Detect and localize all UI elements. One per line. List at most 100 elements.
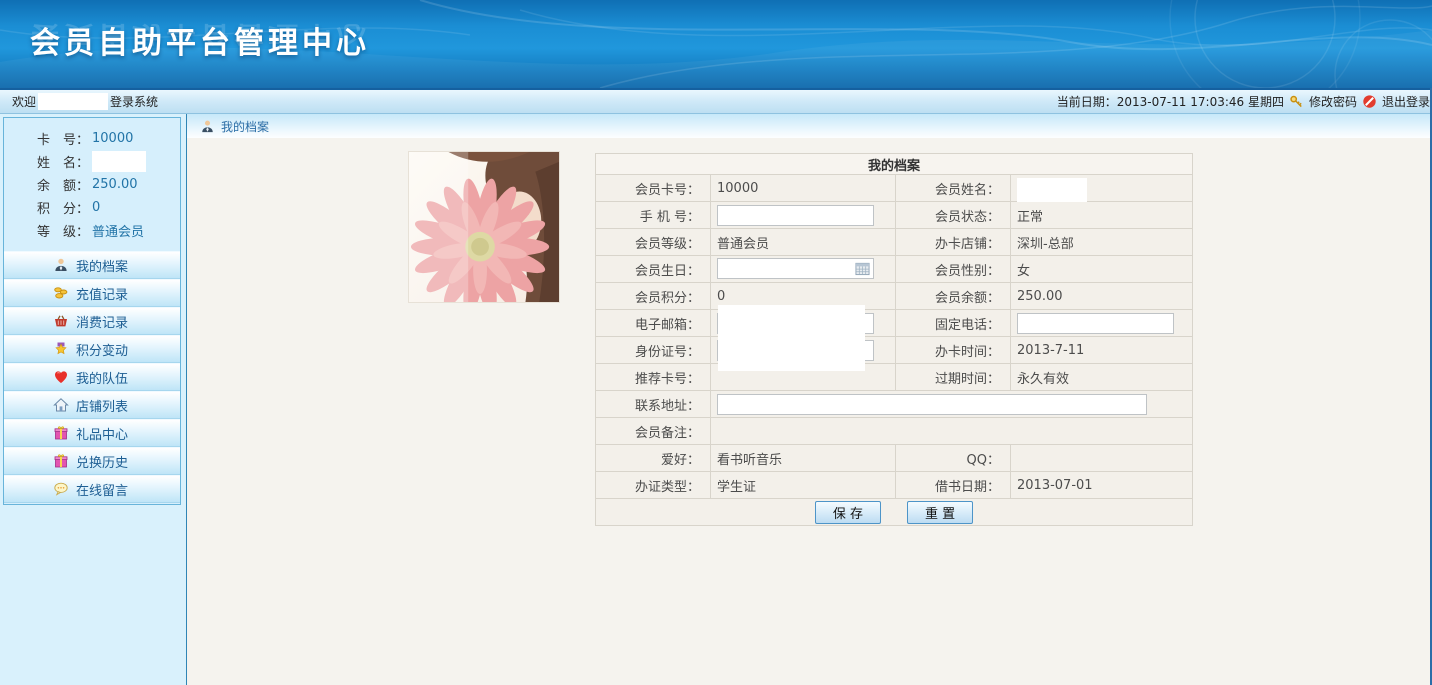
- card-no-value: 10000: [711, 175, 896, 202]
- sidebar-item-label: 消费记录: [76, 312, 128, 331]
- mobile-input[interactable]: [717, 205, 874, 226]
- field-label: 身份证号：: [596, 337, 711, 364]
- page: 会员自助平台管理中心 会员自助平台管理中心 欢迎 登录系统 当前日期：2013-…: [0, 0, 1432, 685]
- field-label: 办卡店铺：: [896, 229, 1011, 256]
- reset-button[interactable]: 重 置: [907, 501, 973, 524]
- name-redacted-box: [92, 151, 146, 172]
- sidebar-item-shop-list[interactable]: 店铺列表: [4, 391, 180, 419]
- message-icon: [53, 481, 69, 497]
- hobby-value: 看书听音乐: [711, 445, 896, 472]
- field-label: 办卡时间：: [896, 337, 1011, 364]
- sidebar-item-my-profile[interactable]: 我的档案: [4, 251, 180, 279]
- field-label: QQ：: [896, 445, 1011, 472]
- row-cardno-name: 会员卡号： 10000 会员姓名：: [596, 175, 1193, 202]
- profile-form-table: 我的档案 会员卡号： 10000 会员姓名： 手 机 号： 会员状态： 正常: [595, 153, 1193, 526]
- gift-icon: [53, 453, 69, 469]
- current-date-text: 当前日期：2013-07-11 17:03:46 星期四: [1057, 93, 1284, 110]
- sidebar-item-online-messages[interactable]: 在线留言: [4, 475, 180, 503]
- expire-value: 永久有效: [1011, 364, 1193, 391]
- birthday-field: [717, 258, 874, 280]
- qq-value: [1011, 445, 1193, 472]
- row-points-balance: 会员积分： 0 会员余额： 250.00: [596, 283, 1193, 310]
- calendar-icon[interactable]: [855, 261, 870, 276]
- info-value: 普通会员: [92, 221, 144, 240]
- member-info-panel: 卡 号： 10000 姓 名： 余 额： 250.00 积 分： 0: [4, 118, 180, 251]
- member-name-redacted-box: [1017, 178, 1087, 202]
- info-row-points: 积 分： 0: [4, 196, 180, 219]
- welcome-username-redacted: [38, 93, 108, 110]
- sidebar-box: 卡 号： 10000 姓 名： 余 额： 250.00 积 分： 0: [3, 117, 181, 505]
- logout-link[interactable]: 退出登录: [1382, 93, 1430, 110]
- sidebar-item-gift-center[interactable]: 礼品中心: [4, 419, 180, 447]
- level-value: 普通会员: [711, 229, 896, 256]
- table-title-row: 我的档案: [596, 154, 1193, 175]
- sidebar-item-label: 我的档案: [76, 256, 128, 275]
- topbar: 欢迎 登录系统 当前日期：2013-07-11 17:03:46 星期四 修改密…: [0, 88, 1432, 114]
- form-title: 我的档案: [596, 154, 1193, 175]
- content-area: 我的档案 会员卡号： 10000 会员姓名： 手 机 号： 会员状态： 正常: [187, 138, 1432, 685]
- sidebar-item-points-changes[interactable]: 积分变动: [4, 335, 180, 363]
- info-value: 10000: [92, 131, 133, 146]
- main-area: 我的档案: [187, 114, 1432, 685]
- sidebar-menu: 我的档案 充值记录 消费记录 积分变动: [4, 251, 180, 503]
- change-password-link[interactable]: 修改密码: [1309, 93, 1357, 110]
- logout-icon: [1362, 94, 1377, 109]
- app-header: 会员自助平台管理中心 会员自助平台管理中心: [0, 0, 1432, 88]
- info-label: 姓 名：: [37, 152, 89, 171]
- sidebar-item-exchange-history[interactable]: 兑换历史: [4, 447, 180, 475]
- landline-input[interactable]: [1017, 313, 1174, 334]
- row-idno-cardtime: 身份证号： 办卡时间： 2013-7-11: [596, 337, 1193, 364]
- key-icon: [1289, 94, 1304, 109]
- home-icon: [53, 397, 69, 413]
- field-label: 手 机 号：: [596, 202, 711, 229]
- welcome-area: 欢迎 登录系统: [12, 93, 158, 110]
- status-value: 正常: [1011, 202, 1193, 229]
- sidebar-item-consume-records[interactable]: 消费记录: [4, 307, 180, 335]
- row-address: 联系地址：: [596, 391, 1193, 418]
- row-email-landline: 电子邮箱： 固定电话：: [596, 310, 1193, 337]
- address-input[interactable]: [717, 394, 1147, 415]
- body-row: 卡 号： 10000 姓 名： 余 额： 250.00 积 分： 0: [0, 114, 1432, 685]
- sidebar-item-my-team[interactable]: 我的队伍: [4, 363, 180, 391]
- shop-value: 深圳-总部: [1011, 229, 1193, 256]
- sidebar-item-label: 兑换历史: [76, 452, 128, 471]
- info-value: 0: [92, 200, 100, 215]
- sidebar-item-label: 在线留言: [76, 480, 128, 499]
- user-icon: [200, 119, 215, 134]
- topbar-actions: 当前日期：2013-07-11 17:03:46 星期四 修改密码 退出登录: [1057, 93, 1430, 110]
- card-time-value: 2013-7-11: [1011, 337, 1193, 364]
- field-label: 会员积分：: [596, 283, 711, 310]
- row-certtype-borrowdate: 办证类型： 学生证 借书日期： 2013-07-01: [596, 472, 1193, 499]
- sidebar-item-label: 我的队伍: [76, 368, 128, 387]
- breadcrumb: 我的档案: [187, 114, 1432, 138]
- field-label: 会员性别：: [896, 256, 1011, 283]
- row-birthday-gender: 会员生日： 会员性别： 女: [596, 256, 1193, 283]
- gift-icon: [53, 425, 69, 441]
- birthday-input[interactable]: [717, 258, 874, 279]
- breadcrumb-label: 我的档案: [221, 118, 269, 135]
- field-label: 会员卡号：: [596, 175, 711, 202]
- row-referrer-expire: 推荐卡号： 过期时间： 永久有效: [596, 364, 1193, 391]
- sidebar-item-recharge-records[interactable]: 充值记录: [4, 279, 180, 307]
- welcome-suffix: 登录系统: [110, 93, 158, 110]
- star-icon: [53, 341, 69, 357]
- user-icon: [53, 257, 69, 273]
- coins-icon: [53, 285, 69, 301]
- field-label: 过期时间：: [896, 364, 1011, 391]
- row-buttons: 保 存 重 置: [596, 499, 1193, 526]
- balance-value: 250.00: [1011, 283, 1193, 310]
- row-mobile-status: 手 机 号： 会员状态： 正常: [596, 202, 1193, 229]
- field-label: 会员姓名：: [896, 175, 1011, 202]
- field-label: 会员生日：: [596, 256, 711, 283]
- sidebar-item-label: 店铺列表: [76, 396, 128, 415]
- cert-type-value: 学生证: [711, 472, 896, 499]
- info-row-balance: 余 额： 250.00: [4, 173, 180, 196]
- save-button[interactable]: 保 存: [815, 501, 881, 524]
- field-label: 办证类型：: [596, 472, 711, 499]
- member-photo: [408, 151, 560, 303]
- row-hobby-qq: 爱好： 看书听音乐 QQ：: [596, 445, 1193, 472]
- info-value: 250.00: [92, 177, 138, 192]
- info-row-level: 等 级： 普通会员: [4, 219, 180, 242]
- field-label: 会员状态：: [896, 202, 1011, 229]
- sidebar-item-label: 积分变动: [76, 340, 128, 359]
